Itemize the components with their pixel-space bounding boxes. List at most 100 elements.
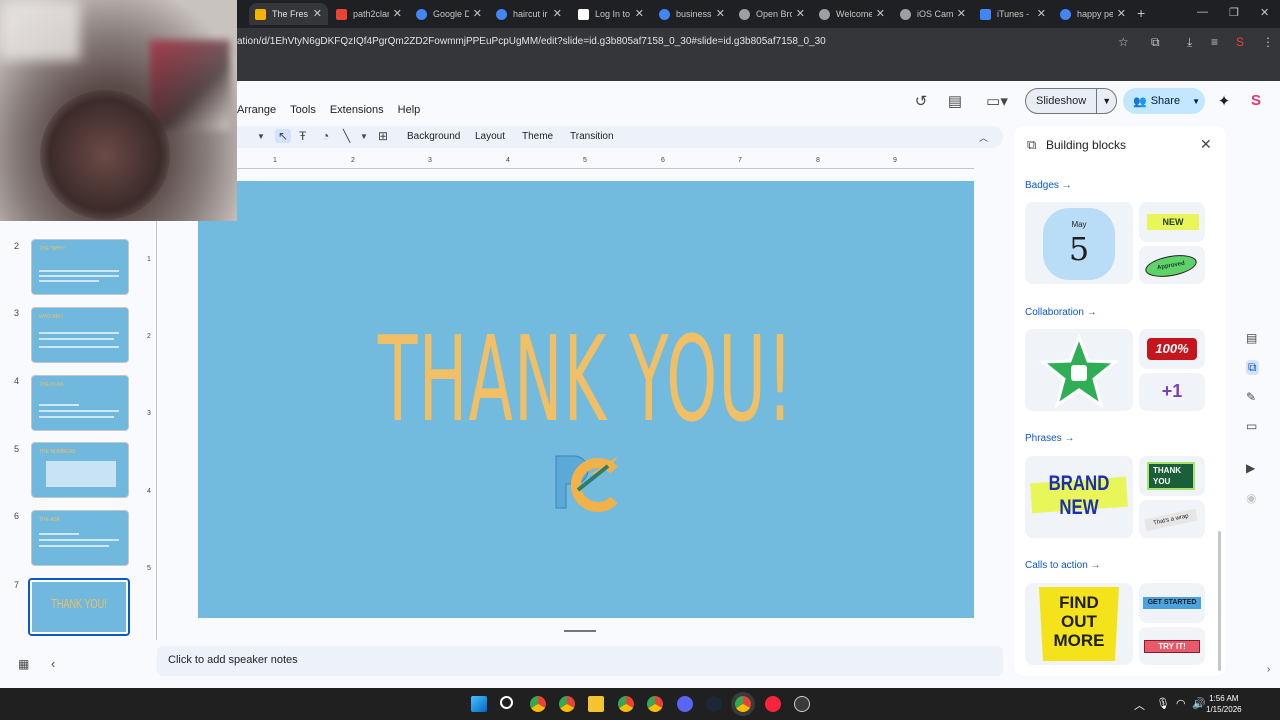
tab-the-fresh[interactable]: The Fresh ✕ [249, 3, 328, 25]
cta-try-it[interactable]: TRY IT! [1139, 627, 1205, 665]
background-button[interactable]: Background [407, 131, 460, 142]
tab-open-bro[interactable]: Open Bro ✕ [733, 3, 811, 25]
chrome-icon[interactable] [647, 696, 663, 712]
sticker-100-percent[interactable]: 100% [1139, 329, 1205, 369]
reading-list-icon[interactable]: ≡ [1211, 35, 1218, 49]
section-collaboration[interactable]: Collaboration → [1025, 307, 1097, 318]
menu-tools[interactable]: Tools [290, 104, 316, 120]
itunes-icon[interactable] [765, 696, 781, 712]
new-tab-icon[interactable]: + [1137, 5, 1145, 21]
panel-scrollbar[interactable] [1218, 531, 1221, 671]
building-blocks-icon[interactable]: ⧉ [1246, 360, 1259, 375]
close-icon[interactable]: ✕ [313, 7, 322, 20]
slide-thumbnail-3[interactable]: WHO AM I [31, 307, 129, 363]
close-icon[interactable]: ✕ [473, 7, 482, 20]
window-close-icon[interactable]: ✕ [1260, 6, 1269, 19]
slideshow-button[interactable]: Slideshow ▼ [1025, 88, 1117, 114]
obs-icon[interactable] [794, 696, 810, 712]
close-icon[interactable]: ✕ [876, 7, 885, 20]
present-icon[interactable]: ▶ [1246, 461, 1255, 475]
chevron-left-icon[interactable]: ‹ [51, 656, 55, 671]
system-clock[interactable]: 1:56 AM 1/15/2026 [1206, 693, 1242, 715]
tab-welcome[interactable]: Welcome ✕ [813, 3, 891, 25]
section-badges[interactable]: Badges → [1025, 180, 1072, 191]
more-menu-icon[interactable]: ⋮ [1262, 35, 1274, 49]
chevron-up-icon[interactable]: ︿ [1134, 697, 1145, 713]
sticker-plus-one[interactable]: +1 [1139, 373, 1205, 411]
gemini-icon[interactable]: ✦ [1215, 92, 1233, 110]
chevron-down-icon[interactable]: ▼ [1096, 88, 1116, 114]
chevron-down-icon[interactable]: ▼ [360, 132, 368, 141]
theme-button[interactable]: Theme [522, 131, 553, 142]
speaker-notes[interactable]: Click to add speaker notes [157, 646, 1003, 676]
maximize-icon[interactable]: ❐ [1229, 6, 1239, 19]
phrase-brand-new[interactable]: BRAND NEW [1025, 456, 1133, 538]
tab-happy-pe[interactable]: happy pe ✕ [1054, 3, 1132, 25]
extension-s-icon[interactable]: S [1247, 92, 1265, 110]
chrome-icon[interactable] [618, 696, 634, 712]
close-icon[interactable]: ✕ [796, 7, 805, 20]
comment-add-icon[interactable]: ⊞ [378, 129, 388, 143]
badge-new[interactable]: NEW [1139, 202, 1205, 242]
chevron-right-icon[interactable]: › [1267, 664, 1270, 675]
slide-title[interactable]: THANK YOU! [373, 320, 800, 438]
close-icon[interactable]: ✕ [635, 7, 644, 20]
tab-business[interactable]: business ✕ [653, 3, 731, 25]
keep-icon[interactable]: ▤ [1246, 331, 1257, 345]
menu-extensions[interactable]: Extensions [330, 104, 384, 120]
share-button[interactable]: 👥 Share ▼ [1123, 88, 1205, 114]
pc-logo[interactable] [548, 450, 624, 514]
url-field[interactable]: ation/d/1EhVtyN6gDKFQzIQf4PgrQm2ZD2Fowmm… [237, 36, 826, 47]
slide-thumbnail-4[interactable]: THE PLAN [31, 375, 129, 431]
badge-approved[interactable]: Approved [1139, 246, 1205, 284]
tab-log-in[interactable]: Log In to ✕ [572, 3, 650, 25]
minimize-icon[interactable]: — [1197, 6, 1208, 18]
textbox-icon[interactable]: Ŧ [299, 129, 306, 143]
section-calls-to-action[interactable]: Calls to action → [1025, 560, 1101, 571]
file-explorer-icon[interactable] [588, 696, 604, 712]
folder-icon[interactable]: ▭ [1246, 419, 1257, 433]
slide-thumbnail-5[interactable]: THE NUMBERS [31, 442, 129, 498]
chrome-icon[interactable] [530, 696, 546, 712]
chrome-icon-active[interactable] [735, 696, 751, 712]
sticker-thumbs-up[interactable] [1025, 329, 1133, 411]
shape-icon[interactable]: ◔ [322, 129, 329, 143]
comments-icon[interactable]: ▤ [946, 92, 964, 110]
tab-haircut[interactable]: haircut ir ✕ [490, 3, 568, 25]
grid-view-icon[interactable]: ▦ [18, 657, 29, 671]
close-icon[interactable]: ✕ [1200, 136, 1212, 153]
windows-start-icon[interactable] [471, 696, 487, 712]
close-icon[interactable]: ✕ [393, 7, 402, 20]
star-icon[interactable]: ☆ [1118, 35, 1129, 49]
tab-ios-cam[interactable]: iOS Cam ✕ [894, 3, 972, 25]
microphone-icon[interactable]: 🎙 [1156, 697, 1170, 710]
meet-icon[interactable]: ▭▾ [984, 92, 1010, 110]
tab-path2clar[interactable]: path2clar ✕ [330, 3, 408, 25]
tab-google-docs[interactable]: Google D ✕ [410, 3, 488, 25]
steam-icon[interactable] [706, 696, 722, 712]
slide-thumbnail-7[interactable]: THANK YOU! [28, 578, 130, 636]
phrase-thats-a-wrap[interactable]: That's a wrap [1139, 500, 1205, 538]
slide-thumbnail-2[interactable]: THE "WHY" [31, 239, 129, 295]
cta-get-started[interactable]: GET STARTED [1139, 583, 1205, 623]
close-icon[interactable]: ✕ [553, 7, 562, 20]
volume-icon[interactable]: 🔊 [1192, 697, 1206, 710]
cast-icon[interactable]: ⧉ [1151, 35, 1160, 50]
badge-may-5[interactable]: May 5 [1025, 202, 1133, 284]
chevron-down-icon[interactable]: ▼ [1192, 97, 1200, 106]
tasks-icon[interactable]: ✎ [1246, 390, 1256, 404]
line-icon[interactable]: ╲ [343, 129, 350, 143]
slide-thumbnail-6[interactable]: THE ASK [31, 510, 129, 566]
cta-find-out-more[interactable]: FIND OUT MORE [1025, 583, 1133, 665]
close-icon[interactable]: ✕ [957, 7, 966, 20]
menu-help[interactable]: Help [398, 104, 421, 120]
history-icon[interactable]: ↺ [912, 92, 930, 110]
search-icon[interactable] [500, 696, 513, 709]
chevron-up-icon[interactable]: ︿ [979, 131, 988, 144]
download-icon[interactable]: ⤓ [1187, 35, 1192, 50]
transition-button[interactable]: Transition [570, 131, 614, 142]
chevron-down-icon[interactable]: ▼ [257, 132, 265, 141]
close-icon[interactable]: ✕ [1117, 7, 1126, 20]
wifi-icon[interactable]: ◠ [1176, 697, 1186, 710]
select-icon[interactable]: ↖ [275, 129, 292, 143]
